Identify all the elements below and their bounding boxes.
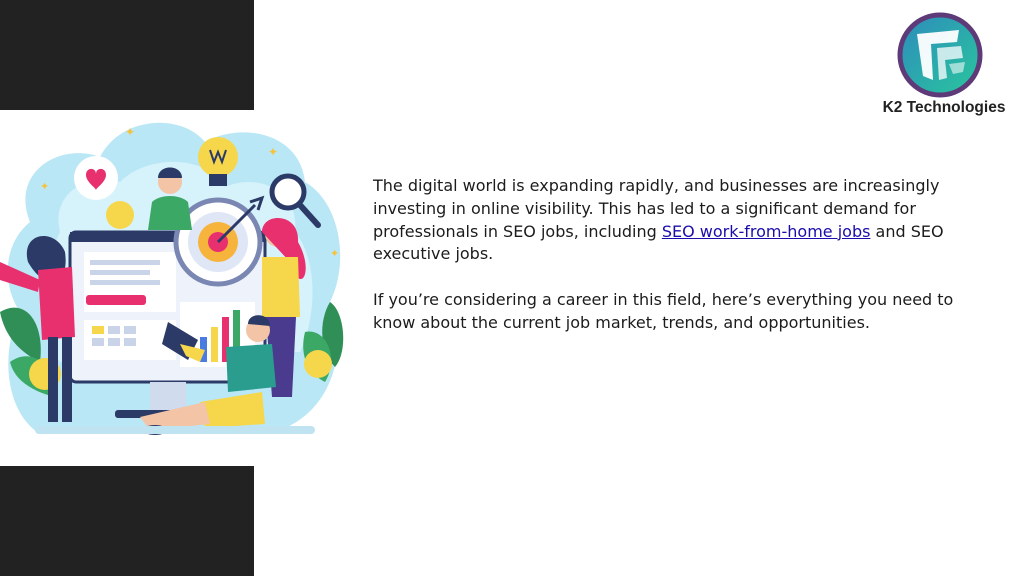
article-body: The digital world is expanding rapidly, … (373, 175, 958, 358)
dark-corner-top (0, 0, 254, 110)
k2-technologies-logo-icon (897, 12, 983, 98)
svg-text:✦: ✦ (330, 247, 339, 260)
seo-team-illustration: ✦ ✦ ✦ ✦ (0, 122, 344, 435)
brand-name: K2 Technologies (882, 99, 1006, 116)
svg-text:✦: ✦ (268, 145, 278, 159)
svg-text:✦: ✦ (40, 180, 49, 193)
svg-text:✦: ✦ (125, 125, 135, 139)
seo-work-from-home-link[interactable]: SEO work-from-home jobs (662, 222, 871, 241)
career-paragraph: If you’re considering a career in this f… (373, 290, 954, 332)
dark-corner-bottom (0, 466, 254, 576)
intro-paragraph: The digital world is expanding rapidly, … (373, 175, 958, 266)
